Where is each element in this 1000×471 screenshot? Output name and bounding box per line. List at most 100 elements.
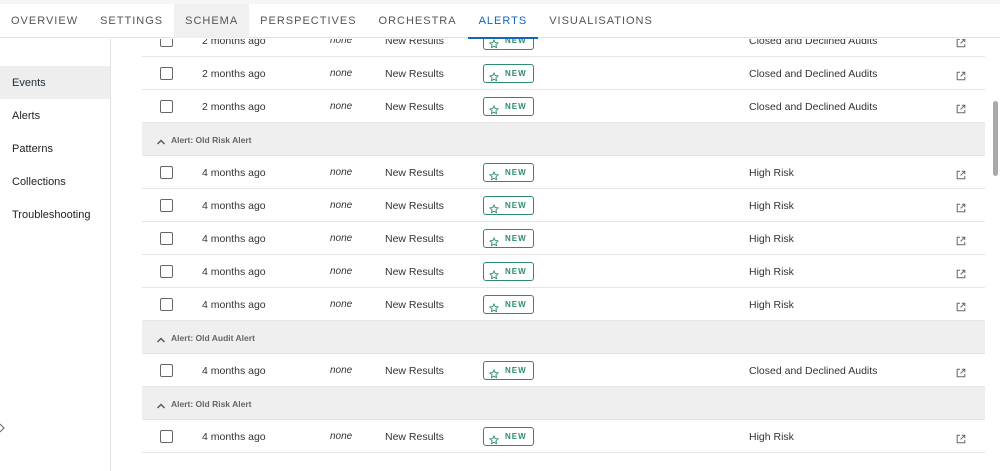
external-link-icon[interactable] bbox=[956, 365, 966, 378]
event-assignee: none bbox=[330, 167, 353, 178]
status-badge[interactable]: NEW bbox=[483, 97, 534, 116]
table-row[interactable]: 4 months ago none New Results NEW High Risk bbox=[142, 420, 985, 453]
status-badge[interactable]: NEW bbox=[483, 196, 534, 215]
event-time: 2 months ago bbox=[202, 100, 266, 113]
star-icon bbox=[489, 201, 499, 213]
status-badge-label: NEW bbox=[505, 432, 527, 441]
status-badge[interactable]: NEW bbox=[483, 295, 534, 314]
sidebar-item-alerts[interactable]: Alerts bbox=[0, 99, 110, 132]
external-link-icon[interactable] bbox=[956, 233, 966, 246]
status-badge-label: NEW bbox=[505, 234, 527, 243]
star-icon bbox=[489, 432, 499, 444]
event-time: 4 months ago bbox=[202, 364, 266, 377]
alert-name: Closed and Declined Audits bbox=[749, 67, 878, 80]
sidebar-item-events[interactable]: Events bbox=[0, 66, 110, 99]
alert-name: High Risk bbox=[749, 430, 794, 443]
star-icon bbox=[489, 234, 499, 246]
sidebar-item-troubleshooting[interactable]: Troubleshooting bbox=[0, 198, 110, 231]
row-checkbox[interactable] bbox=[160, 265, 173, 278]
alert-name: High Risk bbox=[749, 298, 794, 311]
table-row[interactable]: 2 months ago none New Results NEW Closed and… bbox=[142, 57, 985, 90]
external-link-icon[interactable] bbox=[956, 68, 966, 81]
alert-group-header[interactable]: Alert: Old Risk Alert bbox=[142, 123, 985, 156]
status-badge[interactable]: NEW bbox=[483, 163, 534, 182]
alert-group-header[interactable]: Alert: Old Risk Alert bbox=[142, 387, 985, 420]
event-assignee: none bbox=[330, 68, 353, 79]
sidebar-item-collections[interactable]: Collections bbox=[0, 165, 110, 198]
event-time: 2 months ago bbox=[202, 39, 266, 47]
external-link-icon[interactable] bbox=[956, 39, 966, 48]
tab-overview[interactable]: OVERVIEW bbox=[0, 4, 89, 38]
tab-orchestra[interactable]: ORCHESTRA bbox=[368, 4, 468, 38]
status-badge[interactable]: NEW bbox=[483, 39, 534, 50]
row-checkbox[interactable] bbox=[160, 100, 173, 113]
status-badge[interactable]: NEW bbox=[483, 361, 534, 380]
table-row[interactable]: 2 months ago none New Results NEW Closed and… bbox=[142, 39, 985, 57]
row-checkbox[interactable] bbox=[160, 39, 173, 47]
row-checkbox[interactable] bbox=[160, 232, 173, 245]
star-icon bbox=[489, 69, 499, 81]
table-row[interactable]: 2 months ago none New Results NEW Closed and… bbox=[142, 90, 985, 123]
status-badge[interactable]: NEW bbox=[483, 229, 534, 248]
event-type: New Results bbox=[385, 100, 444, 113]
external-link-icon[interactable] bbox=[956, 101, 966, 114]
row-checkbox[interactable] bbox=[160, 166, 173, 179]
alert-group-header[interactable]: Alert: Old Audit Alert bbox=[142, 321, 985, 354]
chevron-up-icon[interactable] bbox=[156, 134, 166, 145]
event-time: 4 months ago bbox=[202, 265, 266, 278]
external-link-icon[interactable] bbox=[956, 299, 966, 312]
tab-perspectives[interactable]: PERSPECTIVES bbox=[249, 4, 367, 38]
status-badge-label: NEW bbox=[505, 366, 527, 375]
table-row[interactable]: 4 months ago none New Results NEW High Risk bbox=[142, 156, 985, 189]
sidebar-item-patterns[interactable]: Patterns bbox=[0, 132, 110, 165]
external-link-icon[interactable] bbox=[956, 200, 966, 213]
table-row[interactable]: 4 months ago none New Results NEW High Risk bbox=[142, 288, 985, 321]
status-badge-label: NEW bbox=[505, 39, 527, 45]
row-checkbox[interactable] bbox=[160, 67, 173, 80]
status-badge-label: NEW bbox=[505, 300, 527, 309]
table-row[interactable]: 4 months ago none New Results NEW Closed and… bbox=[142, 354, 985, 387]
tab-alerts[interactable]: ALERTS bbox=[467, 4, 539, 39]
tab-visualisations[interactable]: VISUALISATIONS bbox=[538, 4, 664, 38]
table-row[interactable]: 4 months ago none New Results NEW High Risk bbox=[142, 189, 985, 222]
top-tab-bar: OVERVIEW SETTINGS SCHEMA PERSPECTIVES ORCHES… bbox=[0, 0, 1000, 39]
event-time: 4 months ago bbox=[202, 298, 266, 311]
table-row[interactable]: 4 months ago none New Results NEW High Risk bbox=[142, 255, 985, 288]
alert-group-title: Alert: Old Audit Alert bbox=[171, 332, 255, 343]
alert-group-title: Alert: Old Risk Alert bbox=[171, 398, 252, 409]
external-link-icon[interactable] bbox=[956, 167, 966, 180]
star-icon bbox=[489, 300, 499, 312]
table-row[interactable]: 4 months ago none New Results NEW High Risk bbox=[142, 222, 985, 255]
external-link-icon[interactable] bbox=[956, 266, 966, 279]
event-time: 2 months ago bbox=[202, 67, 266, 80]
event-type: New Results bbox=[385, 430, 444, 443]
event-time: 4 months ago bbox=[202, 166, 266, 179]
chevron-up-icon[interactable] bbox=[156, 332, 166, 343]
event-type: New Results bbox=[385, 67, 444, 80]
status-badge-label: NEW bbox=[505, 69, 527, 78]
alert-name: High Risk bbox=[749, 232, 794, 245]
event-assignee: none bbox=[330, 365, 353, 376]
scrollbar-thumb[interactable] bbox=[993, 101, 998, 176]
row-checkbox[interactable] bbox=[160, 430, 173, 443]
row-checkbox[interactable] bbox=[160, 364, 173, 377]
collapse-handle-icon[interactable] bbox=[0, 421, 5, 433]
row-checkbox[interactable] bbox=[160, 199, 173, 212]
status-badge[interactable]: NEW bbox=[483, 427, 534, 446]
event-assignee: none bbox=[330, 266, 353, 277]
star-icon bbox=[489, 168, 499, 180]
status-badge-label: NEW bbox=[505, 201, 527, 210]
event-time: 4 months ago bbox=[202, 430, 266, 443]
chevron-up-icon[interactable] bbox=[156, 398, 166, 409]
alert-group-title: Alert: Old Risk Alert bbox=[171, 134, 252, 145]
event-assignee: none bbox=[330, 299, 353, 310]
event-type: New Results bbox=[385, 265, 444, 278]
tab-schema[interactable]: SCHEMA bbox=[174, 4, 250, 38]
status-badge[interactable]: NEW bbox=[483, 262, 534, 281]
alert-name: Closed and Declined Audits bbox=[749, 100, 878, 113]
external-link-icon[interactable] bbox=[956, 431, 966, 444]
alert-name: High Risk bbox=[749, 166, 794, 179]
tab-settings[interactable]: SETTINGS bbox=[89, 4, 174, 38]
row-checkbox[interactable] bbox=[160, 298, 173, 311]
status-badge[interactable]: NEW bbox=[483, 64, 534, 83]
